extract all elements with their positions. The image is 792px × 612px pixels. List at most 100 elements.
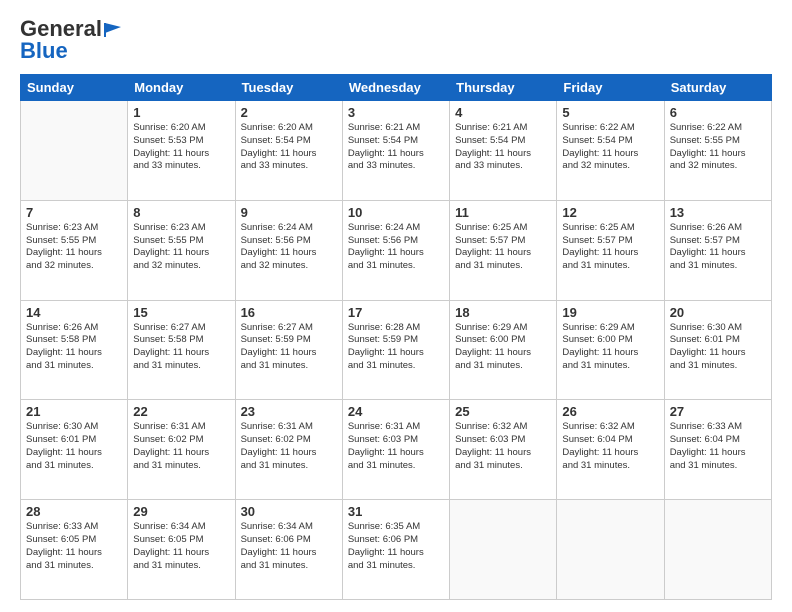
day-number: 29 [133,504,229,519]
day-number: 13 [670,205,766,220]
day-info: Sunrise: 6:35 AM Sunset: 6:06 PM Dayligh… [348,521,444,572]
calendar-cell: 21 Sunrise: 6:30 AM Sunset: 6:01 PM Dayli… [21,400,128,500]
calendar-week-row: 7 Sunrise: 6:23 AM Sunset: 5:55 PM Daylig… [21,200,772,300]
calendar-cell: 8Sunrise: 6:23 AM Sunset: 5:55 PM Daylig… [128,200,235,300]
calendar-cell [450,500,557,600]
weekday-header-cell: Thursday [450,75,557,101]
day-info: Sunrise: 6:24 AM Sunset: 5:56 PM Dayligh… [348,222,444,273]
weekday-header-cell: Wednesday [342,75,449,101]
day-info: Sunrise: 6:34 AM Sunset: 6:05 PM Dayligh… [133,521,229,572]
day-info: Sunrise: 6:20 AM Sunset: 5:53 PM Dayligh… [133,122,229,173]
day-number: 19 [562,305,658,320]
calendar-week-row: 21 Sunrise: 6:30 AM Sunset: 6:01 PM Dayli… [21,400,772,500]
calendar-cell: 26 Sunrise: 6:32 AM Sunset: 6:04 PM Dayli… [557,400,664,500]
day-number: 17 [348,305,444,320]
day-number: 10 [348,205,444,220]
calendar-cell: 11 Sunrise: 6:25 AM Sunset: 5:57 PM Dayli… [450,200,557,300]
day-number: 15 [133,305,229,320]
day-number: 31 [348,504,444,519]
day-number: 26 [562,404,658,419]
day-number: 20 [670,305,766,320]
weekday-header-cell: Sunday [21,75,128,101]
calendar-cell: 2Sunrise: 6:20 AM Sunset: 5:54 PM Daylig… [235,101,342,201]
calendar-cell: 5Sunrise: 6:22 AM Sunset: 5:54 PM Daylig… [557,101,664,201]
day-number: 14 [26,305,122,320]
day-info: Sunrise: 6:29 AM Sunset: 6:00 PM Dayligh… [455,322,551,373]
calendar-cell: 12 Sunrise: 6:25 AM Sunset: 5:57 PM Dayli… [557,200,664,300]
calendar-cell: 13 Sunrise: 6:26 AM Sunset: 5:57 PM Dayli… [664,200,771,300]
day-info: Sunrise: 6:26 AM Sunset: 5:57 PM Dayligh… [670,222,766,273]
day-info: Sunrise: 6:27 AM Sunset: 5:59 PM Dayligh… [241,322,337,373]
day-info: Sunrise: 6:25 AM Sunset: 5:57 PM Dayligh… [455,222,551,273]
calendar-cell [664,500,771,600]
day-info: Sunrise: 6:28 AM Sunset: 5:59 PM Dayligh… [348,322,444,373]
weekday-header-cell: Tuesday [235,75,342,101]
day-info: Sunrise: 6:30 AM Sunset: 6:01 PM Dayligh… [670,322,766,373]
day-number: 24 [348,404,444,419]
day-info: Sunrise: 6:27 AM Sunset: 5:58 PM Dayligh… [133,322,229,373]
day-info: Sunrise: 6:23 AM Sunset: 5:55 PM Dayligh… [26,222,122,273]
day-info: Sunrise: 6:32 AM Sunset: 6:04 PM Dayligh… [562,421,658,472]
day-info: Sunrise: 6:31 AM Sunset: 6:02 PM Dayligh… [133,421,229,472]
calendar-cell: 10 Sunrise: 6:24 AM Sunset: 5:56 PM Dayli… [342,200,449,300]
day-number: 11 [455,205,551,220]
calendar-cell: 22Sunrise: 6:31 AM Sunset: 6:02 PM Dayli… [128,400,235,500]
day-number: 4 [455,105,551,120]
day-number: 7 [26,205,122,220]
calendar-cell: 19 Sunrise: 6:29 AM Sunset: 6:00 PM Dayli… [557,300,664,400]
day-info: Sunrise: 6:33 AM Sunset: 6:04 PM Dayligh… [670,421,766,472]
day-number: 21 [26,404,122,419]
calendar-cell: 14 Sunrise: 6:26 AM Sunset: 5:58 PM Dayli… [21,300,128,400]
day-number: 27 [670,404,766,419]
calendar-table: SundayMondayTuesdayWednesdayThursdayFrid… [20,74,772,600]
calendar-cell: 30 Sunrise: 6:34 AM Sunset: 6:06 PM Dayli… [235,500,342,600]
calendar-week-row: 28 Sunrise: 6:33 AM Sunset: 6:05 PM Dayli… [21,500,772,600]
day-number: 8 [133,205,229,220]
day-info: Sunrise: 6:22 AM Sunset: 5:55 PM Dayligh… [670,122,766,173]
calendar-cell: 7 Sunrise: 6:23 AM Sunset: 5:55 PM Daylig… [21,200,128,300]
day-number: 12 [562,205,658,220]
day-info: Sunrise: 6:20 AM Sunset: 5:54 PM Dayligh… [241,122,337,173]
weekday-header-cell: Friday [557,75,664,101]
logo-blue-text: Blue [20,38,68,64]
calendar-cell [21,101,128,201]
calendar-cell: 29 Sunrise: 6:34 AM Sunset: 6:05 PM Dayli… [128,500,235,600]
calendar-cell: 31 Sunrise: 6:35 AM Sunset: 6:06 PM Dayli… [342,500,449,600]
day-info: Sunrise: 6:21 AM Sunset: 5:54 PM Dayligh… [348,122,444,173]
weekday-header-cell: Monday [128,75,235,101]
calendar-cell: 18 Sunrise: 6:29 AM Sunset: 6:00 PM Dayli… [450,300,557,400]
weekday-header-cell: Saturday [664,75,771,101]
day-number: 28 [26,504,122,519]
day-info: Sunrise: 6:32 AM Sunset: 6:03 PM Dayligh… [455,421,551,472]
day-number: 16 [241,305,337,320]
day-number: 6 [670,105,766,120]
calendar-cell: 17 Sunrise: 6:28 AM Sunset: 5:59 PM Dayli… [342,300,449,400]
calendar-cell: 20 Sunrise: 6:30 AM Sunset: 6:01 PM Dayli… [664,300,771,400]
day-number: 25 [455,404,551,419]
calendar-cell: 24Sunrise: 6:31 AM Sunset: 6:03 PM Dayli… [342,400,449,500]
day-info: Sunrise: 6:26 AM Sunset: 5:58 PM Dayligh… [26,322,122,373]
calendar-body: 1Sunrise: 6:20 AM Sunset: 5:53 PM Daylig… [21,101,772,600]
day-info: Sunrise: 6:33 AM Sunset: 6:05 PM Dayligh… [26,521,122,572]
calendar-cell [557,500,664,600]
day-number: 9 [241,205,337,220]
day-info: Sunrise: 6:25 AM Sunset: 5:57 PM Dayligh… [562,222,658,273]
day-number: 18 [455,305,551,320]
logo: General Blue [20,16,126,64]
day-info: Sunrise: 6:31 AM Sunset: 6:02 PM Dayligh… [241,421,337,472]
calendar-week-row: 1Sunrise: 6:20 AM Sunset: 5:53 PM Daylig… [21,101,772,201]
day-info: Sunrise: 6:21 AM Sunset: 5:54 PM Dayligh… [455,122,551,173]
day-number: 23 [241,404,337,419]
calendar-cell: 23 Sunrise: 6:31 AM Sunset: 6:02 PM Dayli… [235,400,342,500]
calendar-cell: 16 Sunrise: 6:27 AM Sunset: 5:59 PM Dayli… [235,300,342,400]
day-number: 3 [348,105,444,120]
day-number: 30 [241,504,337,519]
calendar-week-row: 14 Sunrise: 6:26 AM Sunset: 5:58 PM Dayli… [21,300,772,400]
day-info: Sunrise: 6:29 AM Sunset: 6:00 PM Dayligh… [562,322,658,373]
calendar-cell: 1Sunrise: 6:20 AM Sunset: 5:53 PM Daylig… [128,101,235,201]
day-info: Sunrise: 6:30 AM Sunset: 6:01 PM Dayligh… [26,421,122,472]
calendar-cell: 6 Sunrise: 6:22 AM Sunset: 5:55 PM Daylig… [664,101,771,201]
page: General Blue SundayMondayTuesdayWednesda… [0,0,792,612]
day-number: 5 [562,105,658,120]
day-info: Sunrise: 6:34 AM Sunset: 6:06 PM Dayligh… [241,521,337,572]
